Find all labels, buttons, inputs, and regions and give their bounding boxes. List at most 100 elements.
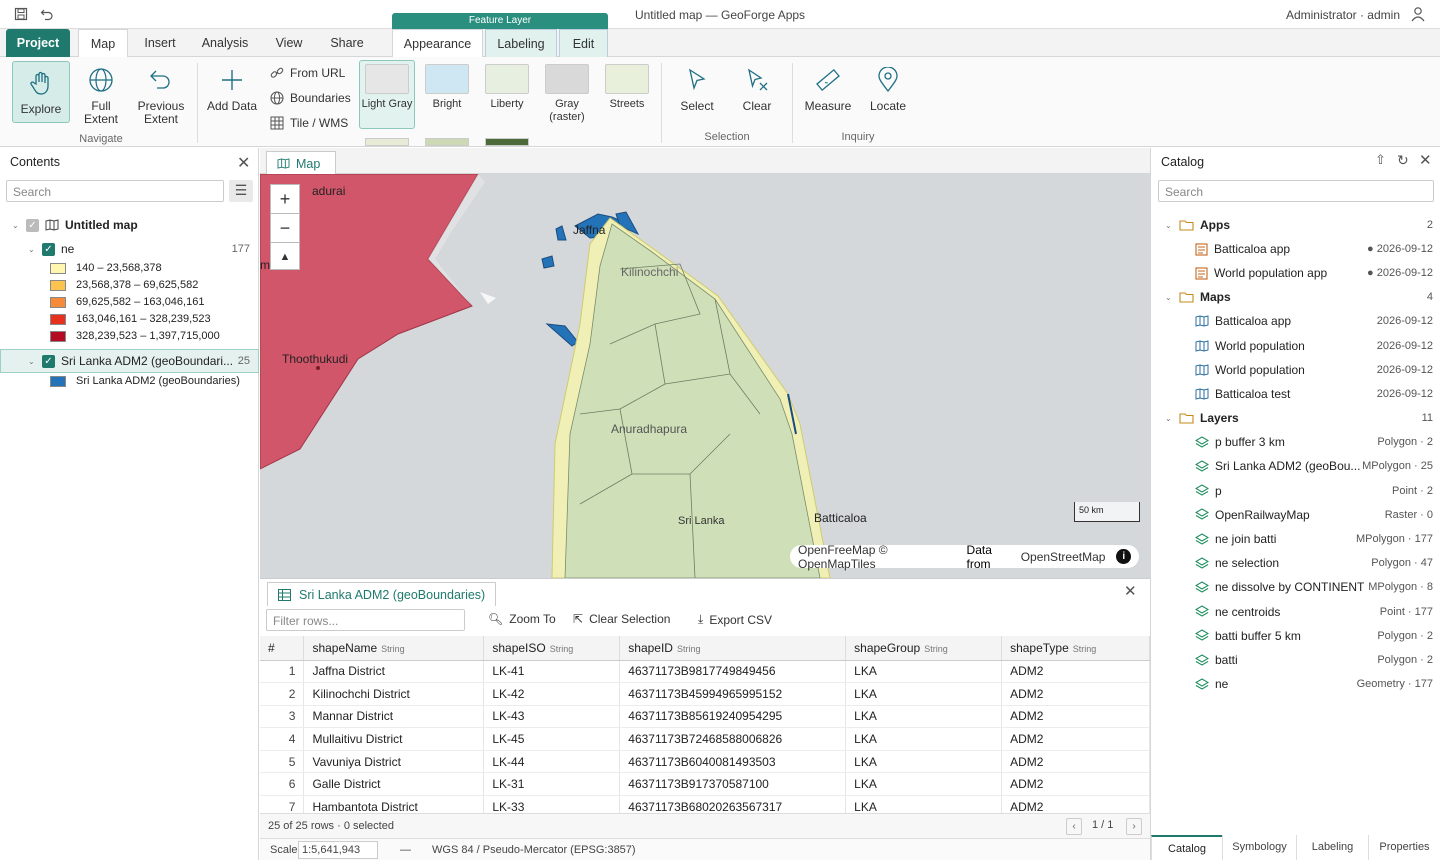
- add-data-button[interactable]: Add Data: [204, 67, 260, 113]
- chevron-down-icon[interactable]: ⌄: [1165, 293, 1179, 302]
- tab-insert[interactable]: Insert: [136, 29, 184, 57]
- user-icon[interactable]: [1411, 6, 1425, 22]
- chevron-down-icon[interactable]: ⌄: [1165, 221, 1179, 230]
- basemap-light-gray[interactable]: Light Gray: [359, 60, 415, 129]
- crs-label[interactable]: WGS 84 / Pseudo-Mercator (EPSG:3857): [432, 844, 636, 856]
- tab-project[interactable]: Project: [6, 29, 70, 57]
- zoom-out-button[interactable]: −: [270, 213, 300, 243]
- catalog-item[interactable]: p Point · 2: [1195, 484, 1433, 498]
- previous-extent-button[interactable]: Previous Extent: [134, 67, 188, 126]
- catalog-item[interactable]: ne dissolve by CONTINENT MPolygon · 8: [1195, 580, 1433, 594]
- tile-wms-button[interactable]: Tile / WMS: [270, 116, 348, 130]
- prev-page-button[interactable]: ‹: [1066, 818, 1082, 835]
- chevron-down-icon[interactable]: ⌄: [1165, 414, 1179, 423]
- layer-checkbox[interactable]: ✓: [42, 242, 55, 256]
- catalog-folder-apps[interactable]: ⌄ Apps 2: [1165, 218, 1433, 232]
- select-button[interactable]: Select: [670, 67, 724, 113]
- tab-share[interactable]: Share: [322, 29, 372, 57]
- basemap-more-swatch[interactable]: [485, 138, 529, 146]
- from-url-button[interactable]: From URL: [270, 66, 345, 80]
- basemap-liberty[interactable]: Liberty: [481, 61, 533, 110]
- column-header[interactable]: #: [260, 636, 305, 661]
- filter-rows-input[interactable]: Filter rows...: [266, 609, 465, 631]
- user-name[interactable]: Administrator · admin: [1286, 8, 1400, 22]
- tab-analysis[interactable]: Analysis: [196, 29, 254, 57]
- basemap-gray-raster[interactable]: Gray (raster): [541, 61, 593, 124]
- catalog-item[interactable]: ne join batti MPolygon · 177: [1195, 532, 1433, 546]
- clear-button[interactable]: Clear: [730, 67, 784, 113]
- catalog-item[interactable]: Batticaloa app 2026-09-12: [1195, 314, 1433, 328]
- measure-button[interactable]: Measure: [800, 67, 856, 113]
- tab-view[interactable]: View: [268, 29, 310, 57]
- catalog-item[interactable]: ne selection Polygon · 47: [1195, 556, 1433, 570]
- compass-button[interactable]: ▲: [270, 242, 300, 270]
- close-icon[interactable]: ✕: [237, 153, 250, 173]
- layer-ne[interactable]: ⌄ ✓ ne 177: [28, 242, 252, 256]
- catalog-item[interactable]: p buffer 3 km Polygon · 2: [1195, 435, 1433, 449]
- locate-button[interactable]: Locate: [862, 67, 914, 113]
- column-header[interactable]: shapeID String: [619, 636, 847, 661]
- map-checkbox[interactable]: ✓: [26, 218, 39, 232]
- close-icon[interactable]: ✕: [1124, 582, 1137, 600]
- catalog-search-input[interactable]: Search: [1158, 180, 1434, 202]
- chevron-down-icon[interactable]: ⌄: [28, 357, 42, 366]
- table-row[interactable]: 6 Galle District LK-31 46371173B91737058710…: [260, 772, 1150, 797]
- tab-edit[interactable]: Edit: [559, 29, 608, 57]
- table-row[interactable]: 5 Vavuniya District LK-44 46371173B60400814…: [260, 750, 1150, 774]
- catalog-item[interactable]: batti Polygon · 2: [1195, 653, 1433, 667]
- catalog-item[interactable]: OpenRailwayMap Raster · 0: [1195, 508, 1433, 522]
- tab-appearance[interactable]: Appearance: [392, 29, 483, 58]
- basemap-bright[interactable]: Bright: [421, 61, 473, 110]
- bottom-tab-labeling[interactable]: Labeling: [1296, 835, 1368, 860]
- basemap-more-swatch[interactable]: [365, 138, 409, 146]
- catalog-item[interactable]: ne Geometry · 177: [1195, 677, 1433, 691]
- clear-selection-button[interactable]: ⇱ Clear Selection: [573, 612, 670, 626]
- layer-checkbox[interactable]: ✓: [42, 354, 55, 368]
- close-icon[interactable]: ✕: [1419, 151, 1432, 169]
- tab-labeling[interactable]: Labeling: [485, 29, 557, 57]
- bottom-tab-properties[interactable]: Properties: [1368, 835, 1440, 860]
- refresh-icon[interactable]: ↻: [1397, 152, 1409, 169]
- tab-attribute-table[interactable]: Sri Lanka ADM2 (geoBoundaries): [267, 582, 497, 606]
- explore-button[interactable]: Explore: [12, 61, 70, 123]
- catalog-item[interactable]: batti buffer 5 km Polygon · 2: [1195, 629, 1433, 643]
- upload-icon[interactable]: ⇧: [1375, 152, 1386, 168]
- column-header[interactable]: shapeISO String: [483, 636, 621, 661]
- catalog-item[interactable]: World population 2026-09-12: [1195, 339, 1433, 353]
- table-row[interactable]: 2 Kilinochchi District LK-42 46371173B45994…: [260, 682, 1150, 706]
- catalog-item[interactable]: Batticaloa app ● 2026-09-12: [1195, 242, 1433, 256]
- chevron-down-icon[interactable]: ⌄: [12, 221, 26, 230]
- bottom-tab-symbology[interactable]: Symbology: [1222, 835, 1296, 860]
- scale-input[interactable]: 1:5,641,943: [298, 841, 378, 859]
- catalog-folder-layers[interactable]: ⌄ Layers 11: [1165, 411, 1433, 425]
- table-row[interactable]: 1 Jaffna District LK-41 46371173B9817749849…: [260, 660, 1150, 684]
- table-row[interactable]: 3 Mannar District LK-43 46371173B8561924095…: [260, 705, 1150, 729]
- info-icon[interactable]: i: [1116, 549, 1131, 564]
- basemap-streets[interactable]: Streets: [601, 61, 653, 110]
- catalog-item[interactable]: Batticaloa test 2026-09-12: [1195, 387, 1433, 401]
- basemap-more-swatch[interactable]: [425, 138, 469, 146]
- catalog-item[interactable]: World population app ● 2026-09-12: [1195, 266, 1433, 280]
- export-csv-button[interactable]: ⤓ Export CSV: [698, 612, 772, 627]
- catalog-item[interactable]: World population 2026-09-12: [1195, 363, 1433, 377]
- chevron-down-icon[interactable]: ⌄: [28, 245, 42, 254]
- layer-sri-lanka[interactable]: ⌄ ✓ Sri Lanka ADM2 (geoBoundari... 25: [28, 354, 252, 368]
- zoom-in-button[interactable]: +: [270, 184, 300, 214]
- column-header[interactable]: shapeGroup String: [845, 636, 1003, 661]
- table-row[interactable]: 4 Mullaitivu District LK-45 46371173B724685…: [260, 727, 1150, 751]
- tab-map[interactable]: Map: [78, 29, 128, 58]
- catalog-item[interactable]: Sri Lanka ADM2 (geoBou... MPolygon · 25: [1195, 459, 1433, 473]
- map-root[interactable]: ⌄ ✓ Untitled map: [12, 218, 138, 232]
- tab-map-view[interactable]: Map: [266, 151, 336, 175]
- bottom-tab-catalog[interactable]: Catalog: [1151, 835, 1222, 860]
- catalog-item[interactable]: ne centroids Point · 177: [1195, 605, 1433, 619]
- column-header[interactable]: shapeType String: [1001, 636, 1150, 661]
- menu-icon[interactable]: ☰: [229, 180, 253, 202]
- full-extent-button[interactable]: Full Extent: [76, 67, 126, 126]
- next-page-button[interactable]: ›: [1126, 818, 1142, 835]
- contents-search-input[interactable]: Search: [6, 180, 224, 202]
- zoom-to-button[interactable]: 🔍︎ Zoom To: [488, 612, 556, 626]
- column-header[interactable]: shapeName String: [303, 636, 485, 661]
- boundaries-button[interactable]: Boundaries: [270, 91, 351, 105]
- catalog-folder-maps[interactable]: ⌄ Maps 4: [1165, 290, 1433, 304]
